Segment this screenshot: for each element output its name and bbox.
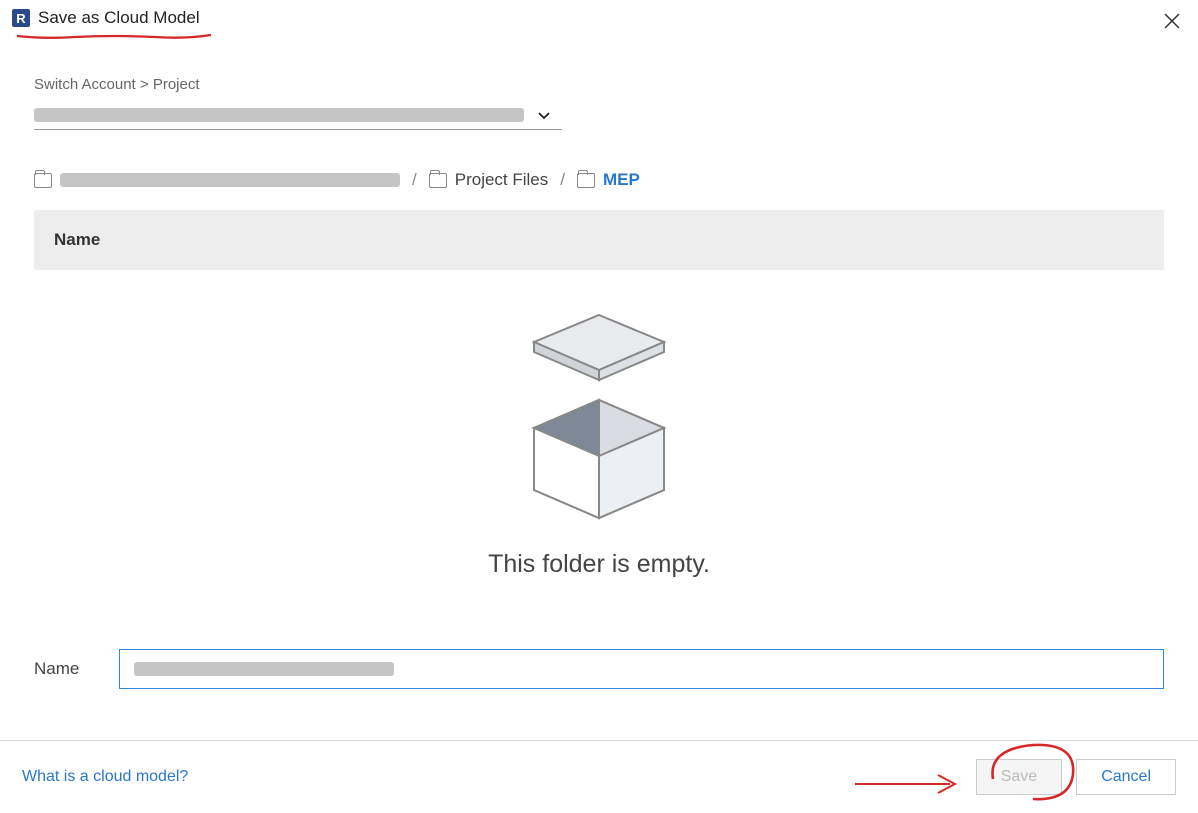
empty-folder-message: This folder is empty. (488, 550, 710, 579)
cancel-button[interactable]: Cancel (1076, 759, 1176, 795)
path-segment-project-files[interactable]: Project Files (455, 170, 549, 190)
folder-icon (429, 173, 447, 188)
revit-app-icon: R (12, 9, 30, 27)
path-separator: / (560, 170, 565, 190)
folder-icon (577, 173, 595, 188)
redacted-project-name (34, 108, 524, 122)
chevron-down-icon (538, 107, 550, 123)
empty-box-icon (519, 310, 679, 520)
filename-input[interactable] (119, 649, 1164, 689)
dialog-footer: What is a cloud model? Save Cancel (0, 740, 1198, 813)
footer-buttons: Save Cancel (976, 759, 1176, 795)
empty-folder-state: This folder is empty. (34, 270, 1164, 609)
column-header-name: Name (54, 230, 100, 249)
folder-icon (34, 173, 52, 188)
path-segment-current[interactable]: MEP (603, 170, 640, 190)
path-separator: / (412, 170, 417, 190)
folder-path: / Project Files / MEP (34, 170, 1164, 190)
project-dropdown[interactable] (34, 107, 562, 130)
dialog-title: Save as Cloud Model (38, 8, 200, 28)
dialog-content: Switch Account > Project / Project Files… (0, 36, 1198, 699)
redacted-path-segment[interactable] (60, 173, 400, 187)
help-link-cloud-model[interactable]: What is a cloud model? (22, 768, 188, 786)
save-button[interactable]: Save (976, 759, 1062, 795)
breadcrumb-label: Switch Account > Project (34, 76, 1164, 93)
filename-row: Name (34, 649, 1164, 689)
close-button[interactable] (1164, 12, 1180, 35)
filename-label: Name (34, 659, 79, 679)
title-bar: R Save as Cloud Model (0, 0, 1198, 36)
file-list-header: Name (34, 210, 1164, 270)
redacted-filename-value (134, 662, 394, 676)
